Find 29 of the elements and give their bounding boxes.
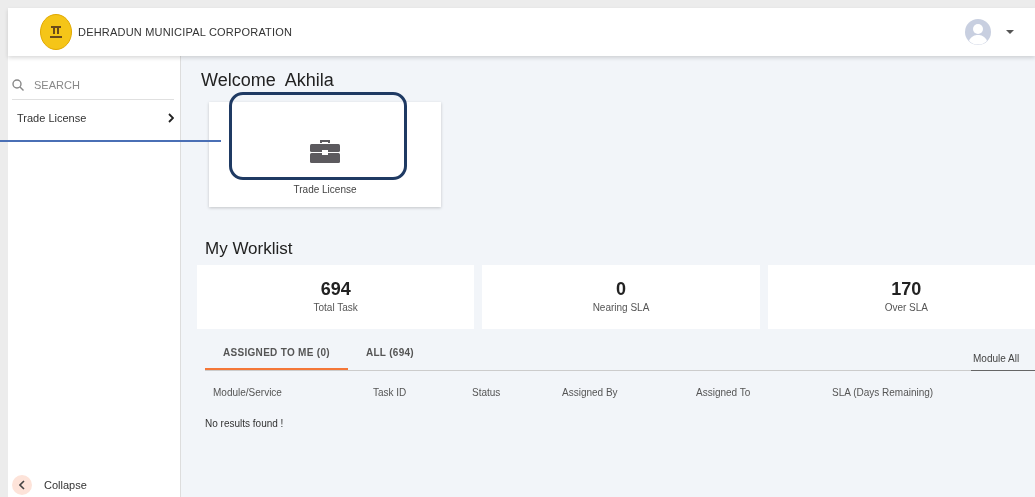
empty-message: No results found ! [205, 417, 285, 431]
column-header: Module/Service [213, 387, 282, 398]
briefcase-icon [310, 137, 340, 164]
search-icon [12, 79, 24, 92]
sidebar-item[interactable]: Trade License [8, 99, 180, 126]
column-header: Status [472, 387, 501, 398]
stat-label: Total Task [313, 301, 358, 316]
stat-label: Nearing SLA [592, 301, 650, 316]
stat-value: 0 [616, 278, 626, 301]
tab[interactable]: ASSIGNED TO ME (0) [205, 345, 348, 370]
column-header: Assigned To [696, 387, 751, 398]
welcome-heading: Welcome Akhila [201, 70, 335, 92]
worklist-heading: My Worklist [205, 238, 294, 259]
stat-value: 170 [891, 278, 922, 301]
caret-icon[interactable] [1005, 29, 1015, 35]
stat-label: Over SLA [884, 301, 928, 316]
column-header: SLA (Days Remaining) [832, 387, 934, 398]
header-title: DEHRADUN MUNICIPAL CORPORATION [78, 24, 293, 40]
stat-value: 694 [320, 278, 351, 301]
collapse-button[interactable]: Collapse [8, 475, 180, 497]
module-card[interactable]: Trade License [209, 101, 441, 207]
search-field[interactable]: SEARCH [32, 76, 152, 95]
chevron-left-icon [19, 480, 25, 490]
column-header: Assigned By [562, 387, 618, 398]
tab[interactable]: ALL (694) [347, 345, 432, 370]
column-header: Task ID [373, 387, 407, 398]
module-filter-field[interactable]: Module All [971, 351, 1035, 371]
chevron-right-icon [168, 112, 174, 123]
logo-icon [40, 14, 72, 50]
